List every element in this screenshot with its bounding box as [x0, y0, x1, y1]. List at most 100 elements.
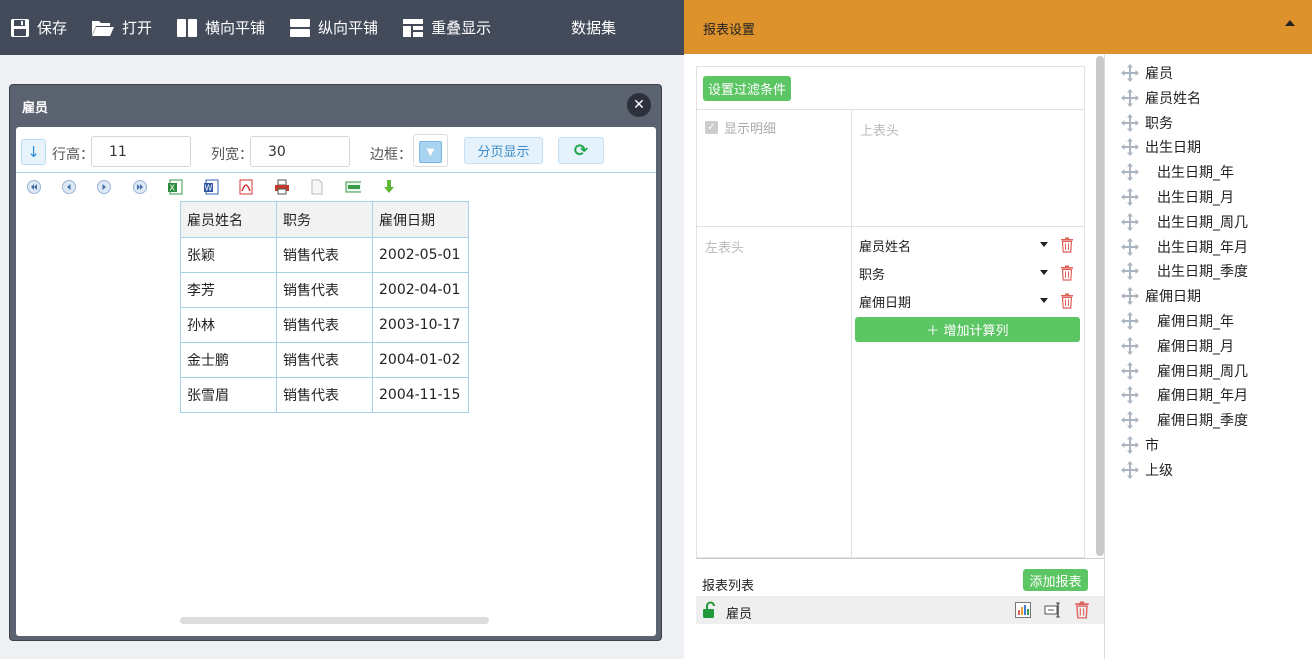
csv-export-icon[interactable] — [345, 179, 361, 195]
top-header-dropzone[interactable]: 上表头 — [852, 109, 1084, 226]
move-icon[interactable] — [1121, 411, 1139, 430]
trash-icon[interactable] — [1073, 601, 1091, 619]
table-row: 金士鹏 销售代表 2004-01-02 — [180, 342, 469, 378]
field-item[interactable]: 出生日期_季度 — [1121, 260, 1248, 282]
settings-header[interactable]: 报表设置 — [684, 0, 1312, 54]
field-item[interactable]: 雇佣日期_月 — [1121, 335, 1234, 357]
field-item[interactable]: 雇佣日期 — [1121, 285, 1201, 307]
report-list-title: 报表列表 — [702, 579, 755, 594]
add-calc-column-button[interactable]: ＋ 增加计算列 — [855, 317, 1080, 342]
trash-icon[interactable] — [1060, 293, 1074, 309]
field-item[interactable]: 市 — [1121, 434, 1159, 456]
word-export-icon[interactable]: W — [203, 179, 219, 195]
table-cell: 2002-05-01 — [372, 237, 469, 273]
column-item[interactable]: 雇佣日期 — [859, 290, 1079, 312]
move-icon[interactable] — [1121, 312, 1139, 330]
show-detail-label: 显示明细 — [724, 122, 777, 137]
move-icon[interactable] — [1121, 386, 1139, 405]
save-label: 保存 — [37, 19, 68, 37]
prev-page-icon[interactable] — [61, 179, 77, 195]
chevron-down-icon[interactable] — [1040, 298, 1048, 303]
report-list-item[interactable]: 雇员 — [696, 596, 1105, 624]
move-icon[interactable] — [1121, 361, 1139, 380]
column-header[interactable]: 职务 — [276, 201, 373, 238]
horizontal-scrollbar[interactable] — [180, 617, 489, 624]
filter-button[interactable]: 设置过滤条件 — [703, 76, 791, 101]
column-header[interactable]: 雇员姓名 — [180, 201, 277, 238]
field-item[interactable]: 出生日期 — [1121, 136, 1201, 158]
vertical-tile-button[interactable]: 纵向平铺 — [289, 17, 378, 38]
field-item[interactable]: 出生日期_月 — [1121, 186, 1234, 208]
next-page-icon[interactable] — [96, 179, 112, 195]
move-icon[interactable] — [1121, 163, 1139, 182]
close-icon[interactable]: ✕ — [627, 93, 651, 117]
move-icon[interactable] — [1121, 212, 1139, 231]
field-item[interactable]: 出生日期_年 — [1121, 161, 1234, 183]
paginate-button[interactable]: 分页显示 — [464, 137, 543, 164]
save-button[interactable]: 保存 — [10, 17, 67, 38]
column-item-label: 雇员姓名 — [859, 239, 912, 255]
field-item[interactable]: 雇佣日期_年 — [1121, 310, 1234, 332]
field-item[interactable]: 职务 — [1121, 112, 1173, 134]
move-icon[interactable] — [1121, 287, 1139, 306]
move-icon[interactable] — [1121, 237, 1139, 256]
document-icon[interactable] — [309, 179, 325, 195]
rows-icon — [290, 18, 311, 37]
caret-up-icon[interactable] — [1285, 20, 1295, 26]
field-item[interactable]: 出生日期_年月 — [1121, 236, 1248, 258]
move-icon[interactable] — [1121, 64, 1139, 82]
field-item[interactable]: 出生日期_周几 — [1121, 211, 1248, 233]
field-item[interactable]: 雇员姓名 — [1121, 87, 1201, 109]
overlap-icon — [403, 18, 424, 37]
unlock-icon[interactable] — [702, 601, 718, 619]
trash-icon[interactable] — [1060, 237, 1074, 253]
border-color-picker[interactable]: ▼ — [413, 134, 448, 167]
window-body: ↓ 行高： 11 列宽： 30 边框： ▼ 分页显示 ⟳ X W 雇员姓名 职务… — [16, 127, 656, 636]
field-item[interactable]: 雇佣日期_季度 — [1121, 409, 1248, 431]
move-icon[interactable] — [1121, 262, 1139, 281]
overlap-button[interactable]: 重叠显示 — [402, 17, 491, 38]
column-item[interactable]: 雇员姓名 — [859, 234, 1079, 256]
field-item[interactable]: 雇员 — [1121, 62, 1173, 84]
dataset-button[interactable]: 数据集 — [571, 17, 616, 38]
move-icon[interactable] — [1121, 460, 1139, 479]
pdf-export-icon[interactable] — [238, 179, 254, 195]
row-height-input[interactable]: 11 — [91, 136, 191, 167]
vertical-scrollbar[interactable] — [1096, 56, 1104, 556]
horizontal-tile-button[interactable]: 横向平铺 — [176, 17, 265, 38]
trash-icon[interactable] — [1060, 265, 1074, 281]
excel-export-icon[interactable]: X — [167, 179, 183, 195]
field-item[interactable]: 雇佣日期_年月 — [1121, 384, 1248, 406]
download-arrow-icon[interactable] — [381, 179, 397, 195]
show-detail-checkbox[interactable]: ✓ 显示明细 — [705, 118, 776, 137]
field-item-label: 出生日期_季度 — [1157, 264, 1248, 281]
left-header-dropzone[interactable]: 左表头 — [697, 226, 852, 559]
move-icon[interactable] — [1121, 88, 1139, 107]
table-row: 张雪眉 销售代表 2004-11-15 — [180, 377, 469, 413]
move-icon[interactable] — [1121, 138, 1139, 157]
checkmark-icon: ✓ — [705, 121, 718, 134]
sort-arrow-icon[interactable]: ↓ — [21, 139, 46, 165]
move-icon[interactable] — [1121, 336, 1139, 355]
open-button[interactable]: 打开 — [91, 17, 152, 38]
print-icon[interactable] — [274, 179, 290, 195]
table-cell: 2004-11-15 — [372, 377, 469, 413]
table-row: 孙林 销售代表 2003-10-17 — [180, 307, 469, 343]
field-item[interactable]: 雇佣日期_周几 — [1121, 360, 1248, 382]
chart-icon[interactable] — [1014, 601, 1032, 619]
last-page-icon[interactable] — [132, 179, 148, 195]
report-list-header: 报表列表 添加报表 — [696, 558, 1105, 598]
add-report-button[interactable]: 添加报表 — [1023, 569, 1088, 591]
rename-icon[interactable] — [1044, 601, 1062, 619]
chevron-down-icon[interactable] — [1040, 242, 1048, 247]
first-page-icon[interactable] — [26, 179, 42, 195]
column-item[interactable]: 职务 — [859, 262, 1079, 284]
move-icon[interactable] — [1121, 188, 1139, 206]
field-item[interactable]: 上级 — [1121, 459, 1173, 481]
chevron-down-icon[interactable] — [1040, 270, 1048, 275]
column-header[interactable]: 雇佣日期 — [372, 201, 469, 238]
refresh-icon[interactable]: ⟳ — [558, 137, 604, 164]
move-icon[interactable] — [1121, 113, 1139, 132]
move-icon[interactable] — [1121, 436, 1139, 454]
col-width-input[interactable]: 30 — [250, 136, 350, 167]
